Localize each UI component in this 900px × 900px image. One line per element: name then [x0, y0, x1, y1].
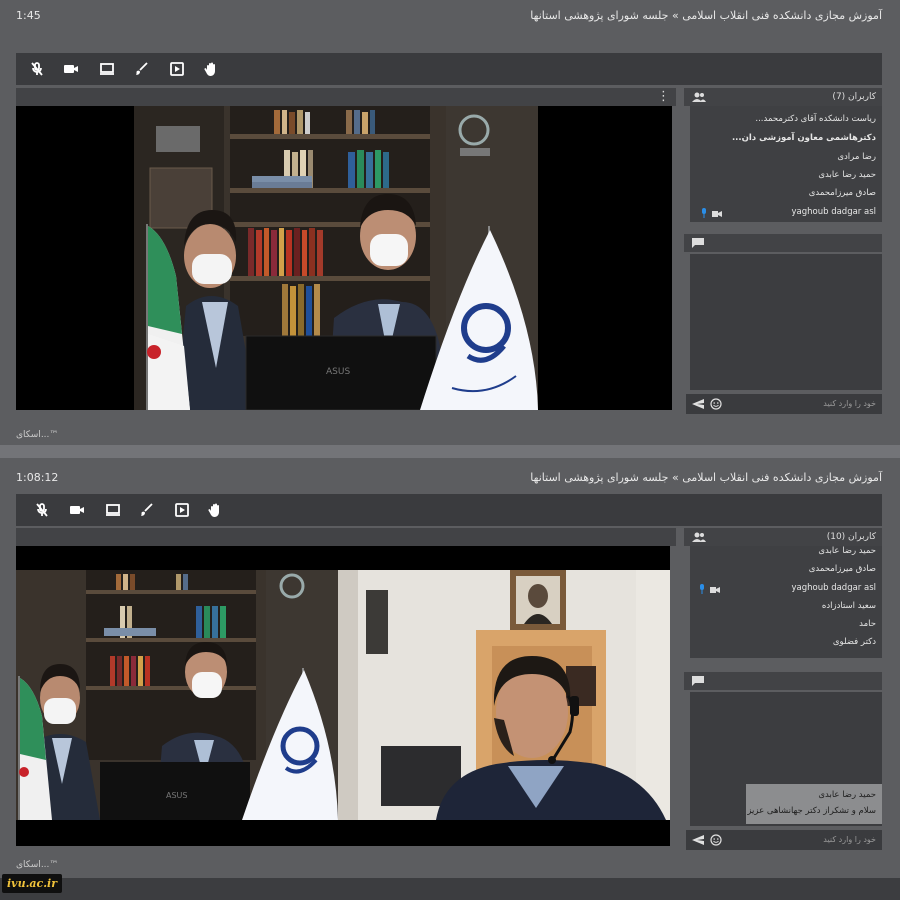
- window-titlebar: 1:08:12 آموزش مجازی دانشکده فنی انقلاب ا…: [0, 462, 900, 492]
- play-icon[interactable]: [168, 60, 186, 78]
- send-icon[interactable]: [692, 399, 704, 409]
- chat-header: [684, 234, 882, 252]
- video-options-icon[interactable]: ⋮: [657, 89, 670, 104]
- participant-item[interactable]: yaghoub dadgar asl: [791, 583, 876, 593]
- participants-count: کاربران (10): [826, 532, 876, 542]
- session-title: آموزش مجازی دانشکده فنی انقلاب اسلامی » …: [530, 471, 882, 484]
- video-stream: ASUS: [16, 546, 670, 846]
- meeting-toolbar: [16, 494, 882, 526]
- video-stream: ASUS: [16, 106, 672, 410]
- participants-list: حمید رضا عابدی صادق میرزامحمدی yaghoub d…: [690, 546, 882, 658]
- camera-icon[interactable]: [68, 501, 86, 519]
- participant-item[interactable]: حامد: [859, 619, 876, 629]
- chat-input[interactable]: خود را وارد کنید: [686, 394, 882, 414]
- participant-item[interactable]: صادق میرزامحمدی: [809, 188, 876, 198]
- video-frame-office: ASUS: [134, 106, 538, 410]
- participant-item[interactable]: ریاست دانشکده آقای دکترمحمد...: [755, 114, 876, 124]
- send-icon[interactable]: [692, 835, 704, 845]
- video-header: [16, 528, 676, 546]
- participant-item[interactable]: رضا مرادی: [837, 152, 876, 162]
- mic-muted-icon[interactable]: [33, 501, 51, 519]
- chat-placeholder: خود را وارد کنید: [823, 399, 876, 408]
- participant-item[interactable]: حمید رضا عابدی: [818, 170, 876, 180]
- session-timer: 1:08:12: [16, 471, 59, 484]
- bottom-strip: [0, 878, 900, 900]
- video-header: ⋮: [16, 88, 676, 106]
- participant-item[interactable]: yaghoub dadgar asl: [791, 207, 876, 217]
- video-frame-split: ASUS: [16, 546, 670, 846]
- chat-header: [684, 672, 882, 690]
- session-title: آموزش مجازی دانشکده فنی انقلاب اسلامی » …: [530, 9, 882, 22]
- participant-item[interactable]: دکتر فضلوی: [833, 637, 876, 647]
- raise-hand-icon[interactable]: [206, 501, 224, 519]
- chat-input[interactable]: خود را وارد کنید: [686, 830, 882, 850]
- emoji-icon[interactable]: [710, 398, 722, 410]
- svg-text:ASUS: ASUS: [326, 367, 350, 377]
- chat-message: حمید رضا عابدی سلام و تشکراز دکتر جهانشا…: [746, 784, 882, 824]
- users-icon: [692, 532, 706, 542]
- video-footer-label: اسکای...™: [16, 430, 59, 440]
- video-footer-label: اسکای...™: [16, 860, 59, 870]
- watermark-logo: ivu.ac.ir: [2, 874, 63, 893]
- participant-item[interactable]: دکترهاشمی معاون آموزشی دان...: [732, 133, 876, 143]
- participants-list: ریاست دانشکده آقای دکترمحمد... دکترهاشمی…: [690, 106, 882, 222]
- participants-count: کاربران (7): [832, 92, 876, 102]
- participant-item[interactable]: سعید استادزاده: [822, 601, 876, 611]
- participants-header: کاربران (10): [684, 528, 882, 546]
- whiteboard-brush-icon[interactable]: [133, 60, 151, 78]
- chat-placeholder: خود را وارد کنید: [823, 835, 876, 844]
- session-panel-top: 1:45 آموزش مجازی دانشکده فنی انقلاب اسلا…: [0, 0, 900, 445]
- camera-small-icon: [710, 587, 720, 593]
- chat-messages: [690, 254, 882, 390]
- session-timer: 1:45: [16, 9, 41, 22]
- whiteboard-brush-icon[interactable]: [138, 501, 156, 519]
- emoji-icon[interactable]: [710, 834, 722, 846]
- mic-active-icon: [702, 208, 706, 218]
- meeting-toolbar: [16, 53, 882, 85]
- session-panel-bottom: 1:08:12 آموزش مجازی دانشکده فنی انقلاب ا…: [0, 458, 900, 878]
- chat-message-text: سلام و تشکراز دکتر جهانشاهی عزیز: [747, 806, 876, 816]
- panel-divider: [0, 445, 900, 458]
- participants-header: کاربران (7): [684, 88, 882, 106]
- mic-active-icon: [700, 584, 704, 594]
- screen-share-icon[interactable]: [104, 501, 122, 519]
- camera-icon[interactable]: [62, 60, 80, 78]
- window-titlebar: 1:45 آموزش مجازی دانشکده فنی انقلاب اسلا…: [0, 0, 900, 30]
- screen-share-icon[interactable]: [98, 60, 116, 78]
- chat-icon: [692, 676, 704, 686]
- svg-text:ASUS: ASUS: [166, 791, 187, 800]
- chat-message-author: حمید رضا عابدی: [818, 790, 876, 800]
- chat-messages: حمید رضا عابدی سلام و تشکراز دکتر جهانشا…: [690, 692, 882, 826]
- raise-hand-icon[interactable]: [202, 60, 220, 78]
- camera-small-icon: [712, 211, 722, 217]
- participant-item[interactable]: حمید رضا عابدی: [818, 546, 876, 556]
- chat-icon: [692, 238, 704, 248]
- mic-muted-icon[interactable]: [28, 60, 46, 78]
- participant-item[interactable]: صادق میرزامحمدی: [809, 564, 876, 574]
- users-icon: [692, 92, 706, 102]
- play-icon[interactable]: [173, 501, 191, 519]
